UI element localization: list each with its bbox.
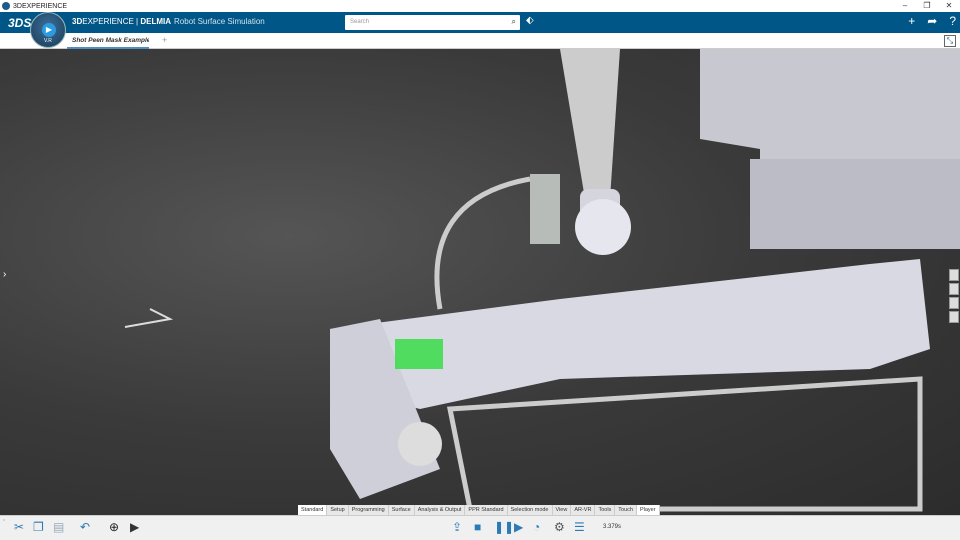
3d-viewport[interactable]: › [0, 49, 960, 515]
tab-touch[interactable]: Touch [615, 505, 637, 515]
action-bar-tabs: Standard Setup Programming Surface Analy… [298, 505, 660, 515]
tab-bar: Shot Peen Mask Example A + ⤡ [0, 33, 960, 49]
window-title: 3DEXPERIENCE [13, 2, 68, 10]
tag-icon[interactable]: ⬖ [526, 15, 534, 26]
publish-icon[interactable]: ▶ [130, 520, 139, 534]
positioner-base [750, 159, 960, 249]
dassault-logo-icon[interactable]: 3DS [8, 16, 31, 30]
app-title: 3DEXPERIENCE | DELMIA Robot Surface Simul… [72, 17, 265, 26]
window-titlebar: 3DEXPERIENCE – ❐ ✕ [0, 0, 960, 12]
expand-left-panel-icon[interactable]: › [3, 269, 6, 280]
tab-selection-mode[interactable]: Selection mode [508, 505, 553, 515]
collapse-icon[interactable]: ⤡ [944, 35, 956, 47]
tool-nozzle [434, 176, 531, 310]
tab-view[interactable]: View [553, 505, 572, 515]
play-step-icon[interactable]: ▶ [514, 520, 523, 534]
pause-icon[interactable]: ❚❚ [494, 520, 514, 534]
search-placeholder: Search [350, 19, 370, 25]
player-time: 3.379s [603, 524, 622, 530]
floor-marking [124, 308, 174, 328]
list-icon[interactable]: ☰ [574, 520, 585, 534]
maximize-button[interactable]: ❐ [916, 0, 938, 12]
tab-analysis-output[interactable]: Analysis & Output [415, 505, 466, 515]
action-bar: ˇ ✂ ❐ ▤ ↶ ⊕ ▶ ⇪ ■ ❚❚ ▶ ◔ ⚙ ☰ 3.379s [0, 515, 960, 540]
speed-icon[interactable]: ◔ [533, 520, 540, 534]
share-icon[interactable]: ➦ [927, 14, 937, 28]
tab-tools[interactable]: Tools [595, 505, 616, 515]
tab-setup[interactable]: Setup [327, 505, 349, 515]
close-button[interactable]: ✕ [938, 0, 960, 12]
tab-ar-vr[interactable]: AR-VR [571, 505, 596, 515]
app-name: DELMIA [140, 17, 172, 26]
compass-version: V.R [44, 38, 52, 44]
robot-flange [575, 199, 631, 255]
tab-standard[interactable]: Standard [298, 505, 328, 515]
brand-bold: 3D [72, 17, 83, 26]
tab-programming[interactable]: Programming [349, 505, 389, 515]
minimize-button[interactable]: – [894, 0, 916, 12]
add-icon[interactable]: + [908, 14, 915, 28]
play-icon[interactable]: ▶ [42, 23, 56, 37]
peen-mask-points [395, 339, 443, 369]
brand-rest: EXPERIENCE [82, 17, 134, 26]
search-icon[interactable]: ⌕ [512, 17, 516, 27]
settings-icon[interactable]: ⚙ [554, 520, 565, 534]
fixture-frame [446, 376, 923, 512]
axle-hub [398, 422, 442, 466]
undo-icon[interactable]: ↶ [80, 520, 90, 534]
tab-surface[interactable]: Surface [389, 505, 415, 515]
add-tab-button[interactable]: + [162, 35, 167, 45]
tab-shot-peen-mask[interactable]: Shot Peen Mask Example A [67, 33, 149, 49]
zoom-fit-icon[interactable]: ⊕ [109, 520, 119, 534]
app-subtitle: Robot Surface Simulation [174, 17, 265, 26]
robot-arm [560, 49, 620, 199]
copy-icon[interactable]: ❐ [33, 520, 44, 534]
export-icon[interactable]: ⇪ [452, 520, 462, 534]
help-icon[interactable]: ? [949, 14, 956, 28]
collapse-chevron-icon[interactable]: ˇ [3, 520, 5, 527]
stop-icon[interactable]: ■ [474, 520, 481, 534]
cut-icon[interactable]: ✂ [14, 520, 24, 534]
tool-bracket [530, 174, 560, 244]
search-input[interactable]: Search ⌕ [345, 15, 520, 30]
paste-icon[interactable]: ▤ [53, 520, 64, 534]
right-side-toolbar[interactable] [949, 269, 959, 323]
tab-player[interactable]: Player [636, 505, 660, 515]
app-logo-icon [2, 2, 10, 10]
compass-button[interactable]: ▶ V.R [30, 12, 66, 48]
tab-ppr-standard[interactable]: PPR Standard [465, 505, 508, 515]
scene-graphic [124, 49, 960, 512]
